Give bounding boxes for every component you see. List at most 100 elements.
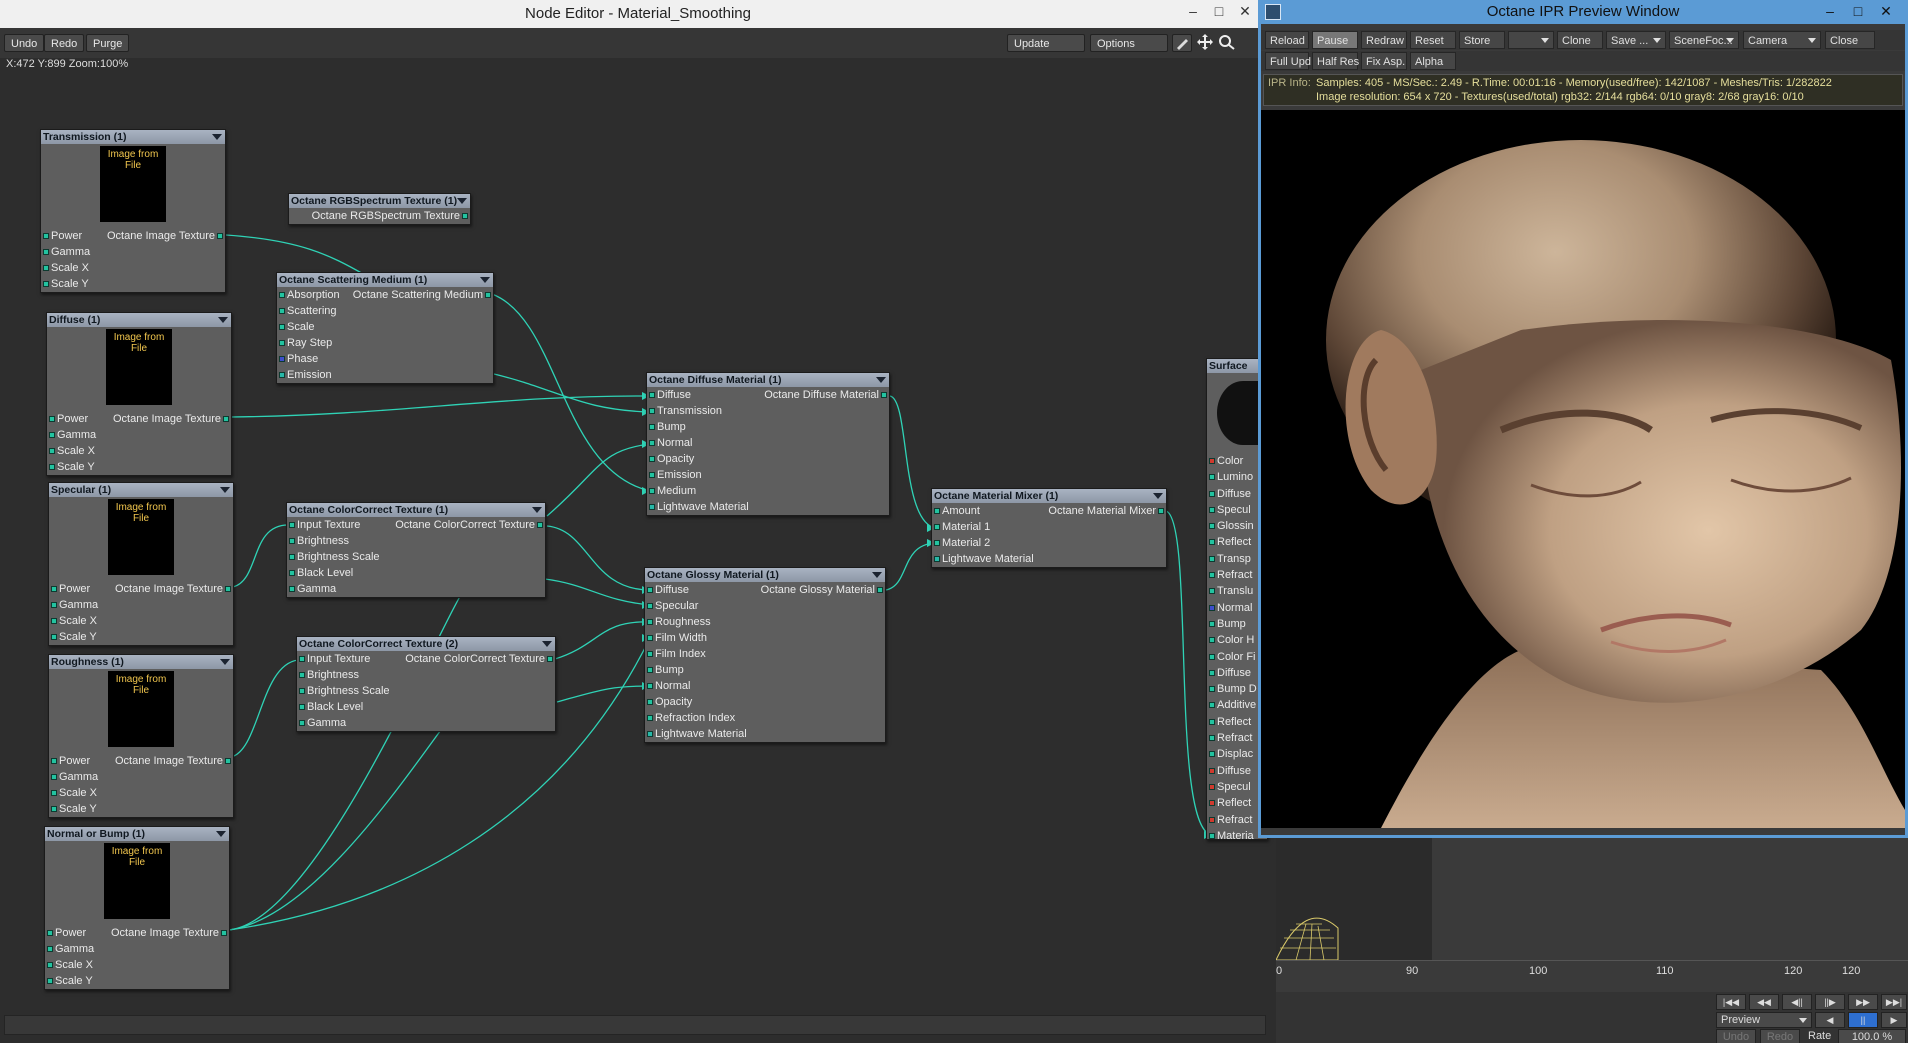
port-refraction-index[interactable]: Refraction Index [645, 710, 885, 726]
port-roughness[interactable]: Roughness [645, 614, 885, 630]
port-scale-y[interactable]: Scale Y [49, 801, 233, 817]
port-bump[interactable]: Bump [645, 662, 885, 678]
rate-field[interactable]: 100.0 % [1838, 1029, 1906, 1043]
alpha-button[interactable]: Alpha [1410, 52, 1456, 70]
close-button[interactable]: Close [1825, 31, 1875, 49]
port-film-index[interactable]: Film Index [645, 646, 885, 662]
port-scale-x[interactable]: Scale X [49, 785, 233, 801]
node-title[interactable]: Octane Glossy Material (1) [645, 568, 885, 582]
port-scale[interactable]: Scale [277, 319, 493, 335]
port-pin[interactable] [1209, 832, 1215, 839]
port-pin[interactable] [1209, 669, 1215, 676]
close-icon[interactable]: ✕ [1873, 0, 1899, 22]
render-viewport[interactable] [1261, 110, 1905, 828]
port-gamma[interactable]: Gamma [47, 427, 231, 443]
port-gamma[interactable]: Gamma [49, 597, 233, 613]
port-power[interactable]: Power Octane Image Texture [45, 925, 229, 941]
port-bump[interactable]: Bump [647, 419, 889, 435]
dropdown-icon[interactable] [212, 134, 222, 140]
viewport-panel[interactable] [1275, 838, 1432, 961]
material-mixer-node[interactable]: Octane Material Mixer (1) Amount Octane M… [931, 488, 1167, 568]
port-pin[interactable] [1209, 555, 1215, 562]
port-power[interactable]: Power Octane Image Texture [47, 411, 231, 427]
port-brightness[interactable]: Brightness [287, 533, 545, 549]
port-scale-x[interactable]: Scale X [49, 613, 233, 629]
port-opacity[interactable]: Opacity [645, 694, 885, 710]
port-scale-x[interactable]: Scale X [45, 957, 229, 973]
pause-button[interactable]: Pause [1312, 31, 1358, 49]
undo-button[interactable]: Undo [4, 34, 45, 52]
port-scale-x[interactable]: Scale X [41, 260, 225, 276]
purge-button[interactable]: Purge [86, 34, 130, 52]
diffuse-material-node[interactable]: Octane Diffuse Material (1) Diffuse Octan… [646, 372, 890, 516]
maximize-icon[interactable]: □ [1206, 0, 1232, 22]
output-port[interactable] [462, 213, 468, 219]
output-port[interactable] [877, 587, 883, 593]
port-normal[interactable]: Normal [647, 435, 889, 451]
port-amount[interactable]: Amount Octane Material Mixer [932, 503, 1166, 519]
node-title[interactable]: Octane Diffuse Material (1) [647, 373, 889, 387]
port-input-texture[interactable]: Input Texture Octane ColorCorrect Texture [287, 517, 545, 533]
port-absorption[interactable]: Absorption Octane Scattering Medium [277, 287, 493, 303]
port-scale-y[interactable]: Scale Y [49, 629, 233, 645]
port-pin[interactable] [1209, 800, 1215, 807]
port-emission[interactable]: Emission [277, 367, 493, 383]
port-lightwave-material[interactable]: Lightwave Material [647, 499, 889, 515]
port-gamma[interactable]: Gamma [287, 581, 545, 597]
dropdown-icon[interactable] [457, 198, 467, 204]
port-material-1[interactable]: Material 1 [932, 519, 1166, 535]
port-scale-y[interactable]: Scale Y [45, 973, 229, 989]
dropdown-icon[interactable] [876, 377, 886, 383]
timeline-ruler[interactable]: 0 90 100 110 120 120 [1276, 960, 1908, 992]
port-film-width[interactable]: Film Width [645, 630, 885, 646]
redraw-button[interactable]: Redraw [1361, 31, 1407, 49]
output-port[interactable] [225, 758, 231, 764]
port-black-level[interactable]: Black Level [297, 699, 555, 715]
port-pin[interactable] [1209, 490, 1215, 497]
port-pin[interactable] [1209, 523, 1215, 530]
port-gamma[interactable]: Gamma [49, 769, 233, 785]
edit-icon[interactable] [1172, 34, 1192, 52]
port-phase[interactable]: Phase [277, 351, 493, 367]
full-update-button[interactable]: Full Upd. [1265, 52, 1314, 70]
port-medium[interactable]: Medium [647, 483, 889, 499]
port-power[interactable]: Power Octane Image Texture [41, 228, 225, 244]
current-frame[interactable]: 120 [1842, 965, 1860, 977]
port-material-2[interactable]: Material 2 [932, 535, 1166, 551]
node-title[interactable]: Specular (1) [49, 483, 233, 497]
output-port[interactable] [881, 392, 887, 398]
play-button[interactable]: ▶ [1881, 1012, 1907, 1028]
node-title[interactable]: Normal or Bump (1) [45, 827, 229, 841]
maximize-icon[interactable]: □ [1845, 0, 1871, 22]
clone-button[interactable]: Clone [1557, 31, 1603, 49]
camera-dropdown[interactable]: Camera [1743, 31, 1821, 49]
half-res-button[interactable]: Half Res [1312, 52, 1359, 70]
step-back-button[interactable]: ◀|| [1782, 994, 1812, 1010]
redo-button[interactable]: Redo [44, 34, 85, 52]
save-dropdown[interactable]: Save ... [1606, 31, 1666, 49]
port-pin[interactable] [1209, 539, 1215, 546]
port-diffuse[interactable]: Diffuse Octane Glossy Material [645, 582, 885, 598]
output-port[interactable] [485, 292, 491, 298]
node-title[interactable]: Roughness (1) [49, 655, 233, 669]
output-port[interactable] [217, 233, 223, 239]
port-specular[interactable]: Specular [645, 598, 885, 614]
port-scale-y[interactable]: Scale Y [47, 459, 231, 475]
update-button[interactable]: Update [1007, 34, 1085, 52]
port-pin[interactable] [1209, 458, 1215, 464]
play-reverse-button[interactable]: ◀ [1815, 1012, 1845, 1028]
dropdown-icon[interactable] [220, 487, 230, 493]
store-button[interactable]: Store [1459, 31, 1505, 49]
scene-focus-dropdown[interactable]: SceneFoc... [1669, 31, 1739, 49]
options-button[interactable]: Options [1090, 34, 1168, 52]
port-output[interactable]: Octane RGBSpectrum Texture [289, 208, 470, 224]
port-pin[interactable] [1209, 686, 1215, 693]
node-title[interactable]: Transmission (1) [41, 130, 225, 144]
scattering-medium-node[interactable]: Octane Scattering Medium (1) Absorption O… [276, 272, 494, 384]
node-title[interactable]: Octane ColorCorrect Texture (2) [297, 637, 555, 651]
diffuse-image-node[interactable]: Diffuse (1) Image from File Power Octane … [46, 312, 232, 476]
port-input-texture[interactable]: Input Texture Octane ColorCorrect Texture [297, 651, 555, 667]
port-black-level[interactable]: Black Level [287, 565, 545, 581]
output-port[interactable] [537, 522, 543, 528]
port-gamma[interactable]: Gamma [45, 941, 229, 957]
